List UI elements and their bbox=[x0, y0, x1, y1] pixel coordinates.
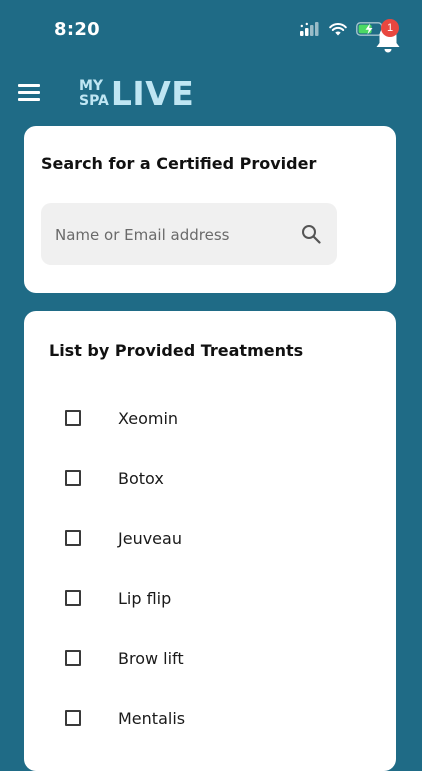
treatment-item-mentalis[interactable]: Mentalis bbox=[65, 703, 365, 733]
treatment-item-jeuveau[interactable]: Jeuveau bbox=[65, 523, 365, 553]
treatment-label: Jeuveau bbox=[118, 528, 182, 548]
status-bar: 8:20 bbox=[0, 0, 422, 56]
search-box bbox=[41, 203, 337, 267]
menu-button[interactable] bbox=[18, 84, 40, 102]
checkbox-icon[interactable] bbox=[65, 710, 81, 726]
search-input[interactable] bbox=[53, 203, 297, 267]
checkbox-icon[interactable] bbox=[65, 590, 81, 606]
treatment-label: Mentalis bbox=[118, 708, 186, 728]
treatment-item-brow-lift[interactable]: Brow lift bbox=[65, 643, 365, 673]
treatment-item-botox[interactable]: Botox bbox=[65, 463, 365, 493]
treatment-label: Brow lift bbox=[118, 648, 184, 668]
search-card-title: Search for a Certified Provider bbox=[41, 154, 317, 173]
status-time: 8:20 bbox=[54, 19, 100, 40]
wifi-icon bbox=[329, 22, 347, 35]
checkbox-icon[interactable] bbox=[65, 470, 81, 486]
treatments-card: List by Provided Treatments Xeomin Botox… bbox=[24, 311, 396, 771]
treatment-label: Lip flip bbox=[118, 588, 172, 608]
search-card: Search for a Certified Provider bbox=[24, 126, 396, 293]
treatment-label: Xeomin bbox=[118, 408, 179, 428]
treatment-item-lip-flip[interactable]: Lip flip bbox=[65, 583, 365, 613]
signal-icon bbox=[300, 22, 319, 36]
checkbox-icon[interactable] bbox=[65, 410, 81, 426]
notification-badge: 1 bbox=[381, 19, 399, 37]
logo-spa: SPA bbox=[79, 93, 109, 109]
search-icon[interactable] bbox=[301, 224, 321, 244]
logo-my: MY bbox=[79, 78, 104, 94]
app-logo: MY SPA LIVE bbox=[79, 74, 194, 114]
checkbox-icon[interactable] bbox=[65, 650, 81, 666]
logo-small-text: MY SPA bbox=[79, 79, 109, 109]
menu-icon bbox=[18, 84, 40, 87]
logo-live: LIVE bbox=[110, 74, 195, 113]
treatment-label: Botox bbox=[118, 468, 164, 488]
treatments-card-title: List by Provided Treatments bbox=[49, 341, 304, 360]
app-header: MY SPA LIVE bbox=[0, 62, 422, 126]
treatment-item-xeomin[interactable]: Xeomin bbox=[65, 403, 365, 433]
checkbox-icon[interactable] bbox=[65, 530, 81, 546]
